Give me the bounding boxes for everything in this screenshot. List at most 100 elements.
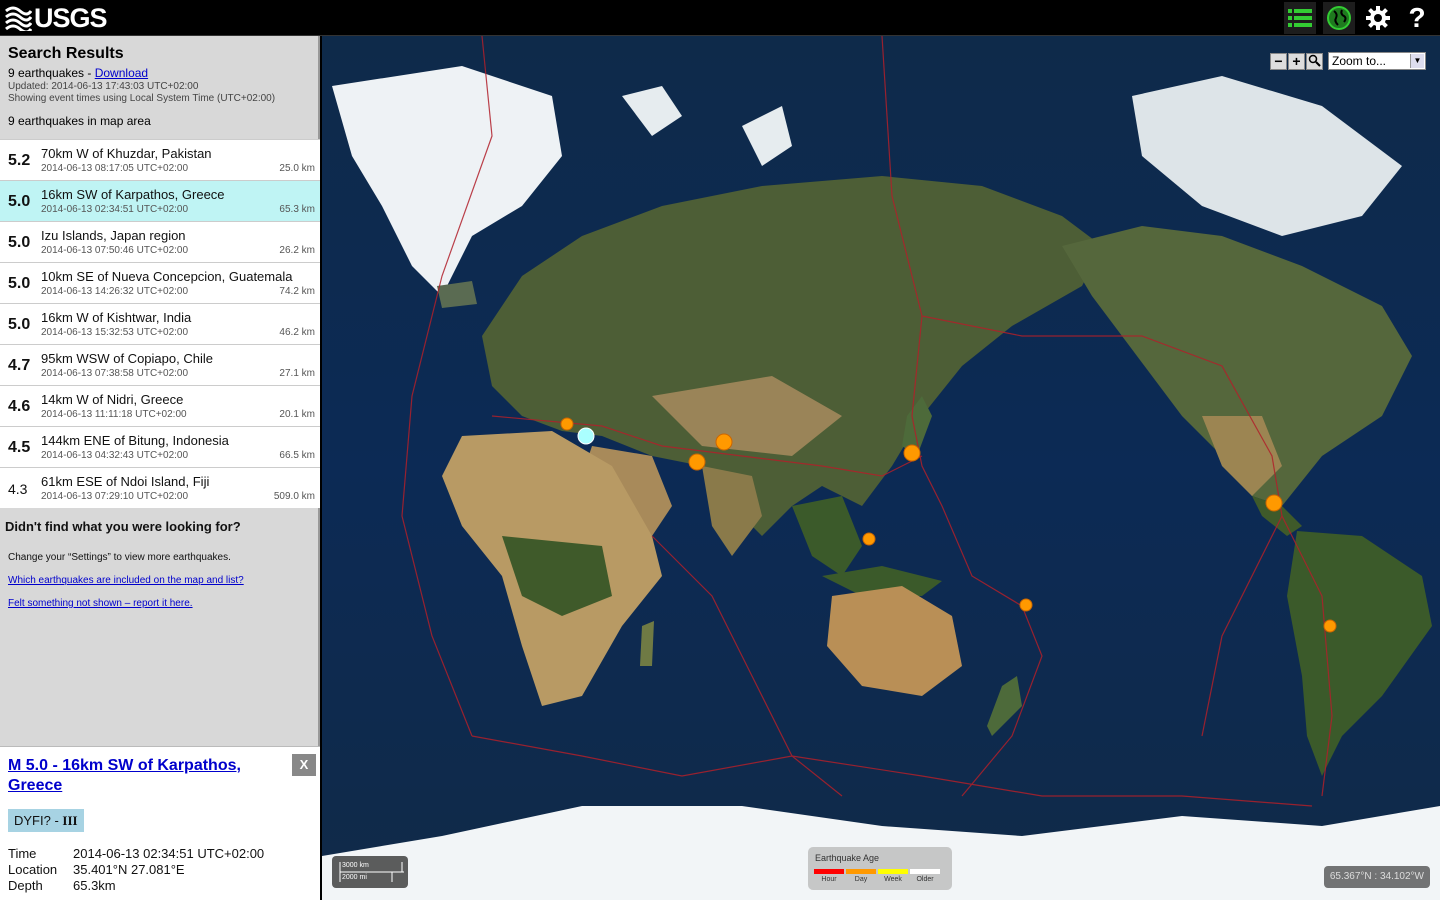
magnitude: 5.0 xyxy=(8,316,31,333)
depth: 74.2 km xyxy=(279,286,315,297)
event-title-link[interactable]: M 5.0 - 16km SW of Karpathos, Greece xyxy=(8,756,268,796)
time-zone-note: Showing event times using Local System T… xyxy=(8,93,276,104)
earthquake-marker[interactable] xyxy=(560,417,574,431)
place: Izu Islands, Japan region xyxy=(41,228,186,243)
event-time: 2014-06-13 11:11:18 UTC+02:00 xyxy=(41,409,187,420)
zoom-in-button[interactable]: + xyxy=(1288,52,1305,70)
legend-label-week: Week xyxy=(884,876,902,883)
magnitude: 5.0 xyxy=(8,275,31,292)
place: 144km ENE of Bitung, Indonesia xyxy=(41,433,229,448)
earthquake-marker[interactable] xyxy=(688,453,706,471)
logo-text: USGS xyxy=(34,2,108,33)
depth: 65.3 km xyxy=(279,204,315,215)
scale-bar: 3000 km 2000 mi xyxy=(332,856,408,888)
magnitude: 4.6 xyxy=(8,398,31,415)
which-earthquakes-link[interactable]: Which earthquakes are included on the ma… xyxy=(8,575,315,586)
event-time: 2014-06-13 02:34:51 UTC+02:00 xyxy=(41,204,189,215)
earthquake-list-item[interactable]: 5.0 16km SW of Karpathos, Greece 2014-06-1… xyxy=(0,180,320,221)
legend-label-older: Older xyxy=(916,876,934,883)
help-icon: ? xyxy=(1408,2,1426,33)
earthquake-marker[interactable] xyxy=(715,433,733,451)
event-time: 2014-06-13 14:26:32 UTC+02:00 xyxy=(41,286,189,297)
results-count: 9 earthquakes - Download xyxy=(8,66,310,80)
magnitude: 4.3 xyxy=(8,481,28,497)
time-row: Time 2014-06-13 02:34:51 UTC+02:00 xyxy=(8,846,264,861)
depth: 20.1 km xyxy=(279,409,315,420)
event-info-panel: M 5.0 - 16km SW of Karpathos, Greece X D… xyxy=(0,746,320,900)
earthquake-list-item[interactable]: 5.0 Izu Islands, Japan region 2014-06-13 0… xyxy=(0,221,320,262)
event-time: 2014-06-13 04:32:43 UTC+02:00 xyxy=(41,450,189,461)
dyfi-intensity: III xyxy=(62,813,78,828)
event-time: 2014-06-13 08:17:05 UTC+02:00 xyxy=(41,163,189,174)
scale-ruler xyxy=(339,862,404,882)
magnitude: 4.5 xyxy=(8,439,31,456)
depth-value: 65.3km xyxy=(73,878,116,893)
depth: 26.2 km xyxy=(279,245,315,256)
top-bar: USGS ? xyxy=(0,0,1440,36)
magnitude: 5.2 xyxy=(8,152,31,169)
location-value: 35.401°N 27.081°E xyxy=(73,862,185,877)
usgs-logo[interactable]: USGS xyxy=(4,2,108,33)
results-header: Search Results 9 earthquakes - Download … xyxy=(0,36,318,139)
report-felt-link[interactable]: Felt something not shown – report it her… xyxy=(8,598,315,609)
location-row: Location 35.401°N 27.081°E xyxy=(8,862,185,877)
updated-time: Updated: 2014-06-13 17:43:03 UTC+02:00 xyxy=(8,81,199,92)
scale-mi-label: 2000 mi xyxy=(342,874,367,881)
map-view-button[interactable] xyxy=(1323,2,1355,34)
place: 95km WSW of Copiapo, Chile xyxy=(41,351,213,366)
place: 16km SW of Karpathos, Greece xyxy=(41,187,225,202)
earthquake-marker[interactable] xyxy=(903,444,921,462)
zoom-out-button[interactable]: − xyxy=(1270,52,1287,70)
depth: 66.5 km xyxy=(279,450,315,461)
earthquake-list: 5.2 70km W of Khuzdar, Pakistan 2014-06-13… xyxy=(0,139,320,508)
earthquake-markers xyxy=(560,417,1337,633)
map[interactable]: − + Zoom to... ▼ 3000 km 2000 mi Earthqu… xyxy=(322,36,1440,900)
results-title: Search Results xyxy=(8,45,124,62)
time-label: Time xyxy=(8,846,37,861)
help-button[interactable]: ? xyxy=(1401,2,1433,34)
magnitude: 5.0 xyxy=(8,234,31,251)
chevron-down-icon: ▼ xyxy=(1410,54,1424,68)
search-icon xyxy=(1308,54,1321,67)
event-time: 2014-06-13 07:38:58 UTC+02:00 xyxy=(41,368,189,379)
event-time: 2014-06-13 07:50:46 UTC+02:00 xyxy=(41,245,189,256)
download-link[interactable]: Download xyxy=(95,66,148,80)
depth: 25.0 km xyxy=(279,163,315,174)
gear-icon xyxy=(1366,6,1390,30)
list-view-button[interactable] xyxy=(1284,2,1316,34)
place: 61km ESE of Ndoi Island, Fiji xyxy=(41,474,210,489)
usgs-wave-icon xyxy=(5,6,32,31)
depth-label: Depth xyxy=(8,878,43,893)
scale-km-label: 3000 km xyxy=(342,862,369,869)
earthquake-marker[interactable] xyxy=(1323,619,1337,633)
dyfi-badge[interactable]: DYFI? - III xyxy=(8,809,84,832)
magnitude: 5.0 xyxy=(8,193,31,210)
earthquake-list-item[interactable]: 4.6 14km W of Nidri, Greece 2014-06-13 11:… xyxy=(0,385,320,426)
earthquake-marker[interactable] xyxy=(577,427,595,445)
depth: 46.2 km xyxy=(279,327,315,338)
event-time: 2014-06-13 07:29:10 UTC+02:00 xyxy=(41,491,189,502)
cursor-coordinates: 65.367°N : 34.102°W xyxy=(1323,866,1430,888)
settings-button[interactable] xyxy=(1362,2,1394,34)
earthquake-list-item[interactable]: 5.2 70km W of Khuzdar, Pakistan 2014-06-13… xyxy=(0,139,320,180)
depth: 27.1 km xyxy=(279,368,315,379)
legend-bar-day xyxy=(846,869,876,874)
earthquake-list-item[interactable]: 5.0 10km SE of Nueva Concepcion, Guatemal… xyxy=(0,262,320,303)
depth-row: Depth 65.3km xyxy=(8,878,116,893)
close-button[interactable]: X xyxy=(292,754,316,776)
earthquake-marker[interactable] xyxy=(1019,598,1033,612)
earthquake-marker[interactable] xyxy=(862,532,876,546)
earthquake-list-item[interactable]: 5.0 16km W of Kishtwar, India 2014-06-13 1… xyxy=(0,303,320,344)
earthquake-age-legend: Earthquake Age Hour Day Week Older xyxy=(808,847,952,890)
not-found-section: Didn't find what you were looking for? C… xyxy=(0,519,320,609)
in-map-count: 9 earthquakes in map area xyxy=(8,114,151,128)
magnifier-button[interactable] xyxy=(1306,52,1323,70)
place: 14km W of Nidri, Greece xyxy=(41,392,184,407)
earthquake-list-item[interactable]: 4.3 61km ESE of Ndoi Island, Fiji 2014-06-… xyxy=(0,467,320,508)
legend-label-day: Day xyxy=(854,876,868,883)
earthquake-marker[interactable] xyxy=(1265,494,1283,512)
zoom-to-select[interactable]: Zoom to... ▼ xyxy=(1328,52,1426,70)
earthquake-list-item[interactable]: 4.7 95km WSW of Copiapo, Chile 2014-06-13 … xyxy=(0,344,320,385)
place: 70km W of Khuzdar, Pakistan xyxy=(41,146,212,161)
earthquake-list-item[interactable]: 4.5 144km ENE of Bitung, Indonesia 2014-06… xyxy=(0,426,320,467)
